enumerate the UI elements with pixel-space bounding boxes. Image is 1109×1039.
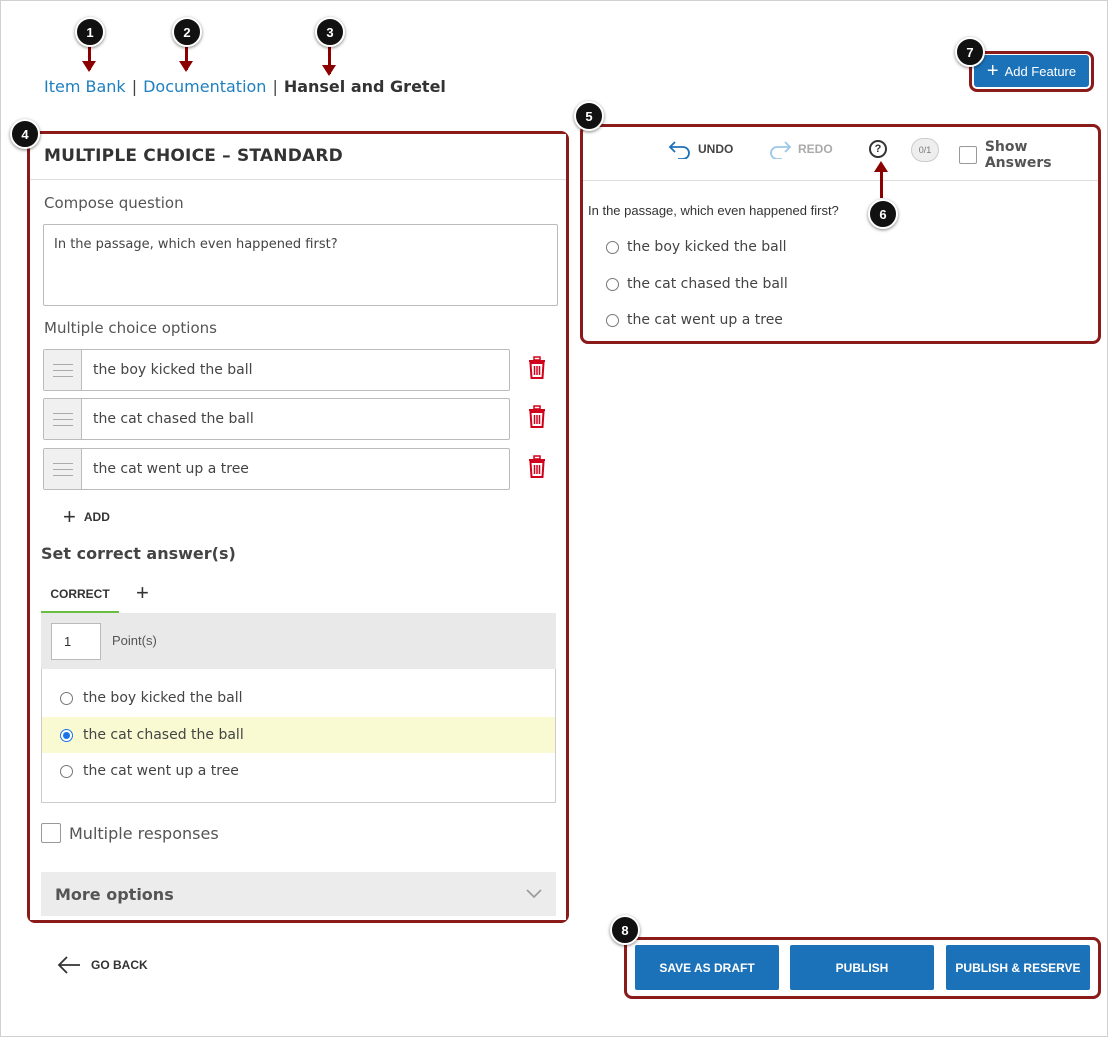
trash-icon[interactable] xyxy=(527,356,547,380)
answer-option-label: the cat chased the ball xyxy=(83,727,244,743)
question-preview-panel: UNDO REDO ? 0/1 Show Answers In the pass… xyxy=(583,127,1098,341)
callout-marker: 8 xyxy=(610,915,640,945)
question-type-title: MULTIPLE CHOICE – STANDARD xyxy=(44,146,343,166)
publish-and-reserve-button[interactable]: PUBLISH & RESERVE xyxy=(946,945,1090,990)
multiple-responses-toggle[interactable]: Multiple responses xyxy=(41,823,219,843)
add-option-button[interactable]: + ADD xyxy=(63,506,110,528)
breadcrumb: Item Bank | Documentation | Hansel and Grete… xyxy=(44,77,446,96)
callout-marker: 6 xyxy=(868,199,898,229)
radio-button[interactable] xyxy=(606,277,619,291)
publish-button[interactable]: PUBLISH xyxy=(790,945,934,990)
add-option-label: ADD xyxy=(83,510,110,524)
points-input[interactable]: 1 xyxy=(51,623,101,660)
preview-option-label: the cat chased the ball xyxy=(627,276,788,292)
radio-button[interactable] xyxy=(606,240,619,254)
preview-question-text: In the passage, which even happened firs… xyxy=(588,203,839,218)
checkbox[interactable] xyxy=(959,146,977,164)
callout-marker: 4 xyxy=(10,119,40,149)
add-feature-label: Add Feature xyxy=(1004,63,1077,79)
callout-marker: 3 xyxy=(315,17,345,47)
breadcrumb-separator: | xyxy=(272,77,278,96)
compose-question-input[interactable]: In the passage, which even happened firs… xyxy=(43,224,558,306)
divider xyxy=(30,179,566,180)
preview-option-label: the boy kicked the ball xyxy=(627,239,787,255)
radio-button[interactable] xyxy=(60,691,73,705)
breadcrumb-separator: | xyxy=(131,77,138,96)
show-answers-label: Show Answers xyxy=(984,139,1052,171)
option-row: the cat chased the ball xyxy=(43,398,510,440)
breadcrumb-current: Hansel and Gretel xyxy=(283,77,446,96)
points-label: Point(s) xyxy=(112,633,157,648)
undo-icon xyxy=(668,141,690,159)
drag-handle-icon[interactable] xyxy=(44,350,82,390)
drag-handle-icon[interactable] xyxy=(44,449,82,489)
drag-handle-icon[interactable] xyxy=(44,399,82,439)
radio-button[interactable] xyxy=(606,313,619,327)
answer-option[interactable]: the cat went up a tree xyxy=(42,753,555,789)
callout-marker: 5 xyxy=(574,101,604,131)
multiple-responses-label: Multiple responses xyxy=(69,823,219,843)
redo-label: REDO xyxy=(798,142,833,156)
option-input[interactable]: the boy kicked the ball xyxy=(82,350,264,390)
answer-option[interactable]: the boy kicked the ball xyxy=(42,680,555,716)
option-input[interactable]: the cat went up a tree xyxy=(82,449,260,489)
option-row: the cat went up a tree xyxy=(43,448,510,490)
go-back-label: GO BACK xyxy=(91,958,148,972)
option-row: the boy kicked the ball xyxy=(43,349,510,391)
redo-icon xyxy=(770,141,792,159)
correct-answer-list: the boy kicked the ball the cat chased t… xyxy=(41,669,556,803)
callout-marker: 7 xyxy=(955,37,985,67)
plus-icon: + xyxy=(63,504,76,529)
help-icon[interactable]: ? xyxy=(869,140,887,158)
breadcrumb-documentation-link[interactable]: Documentation xyxy=(143,77,266,96)
annotation-arrow xyxy=(874,161,888,198)
checkbox[interactable] xyxy=(41,823,61,843)
points-bar: 1 Point(s) xyxy=(41,613,556,669)
add-alternate-answer-icon[interactable]: + xyxy=(136,580,149,606)
go-back-button[interactable]: GO BACK xyxy=(57,955,148,975)
compose-question-label: Compose question xyxy=(44,194,184,212)
add-feature-button[interactable]: + Add Feature xyxy=(974,55,1089,87)
plus-icon: + xyxy=(986,60,999,82)
more-options-accordion[interactable]: More options xyxy=(41,872,556,916)
preview-option[interactable]: the cat went up a tree xyxy=(606,312,783,328)
answer-option-label: the boy kicked the ball xyxy=(83,690,243,706)
radio-button-selected[interactable] xyxy=(60,728,73,742)
redo-button[interactable]: REDO xyxy=(768,139,833,159)
divider xyxy=(583,180,1098,181)
annotation-arrow xyxy=(82,44,96,72)
show-answers-toggle[interactable]: Show Answers xyxy=(959,139,1098,171)
preview-option[interactable]: the cat chased the ball xyxy=(606,276,788,292)
preview-option-label: the cat went up a tree xyxy=(627,312,783,328)
arrow-left-icon xyxy=(57,956,80,974)
radio-button[interactable] xyxy=(60,764,73,778)
trash-icon[interactable] xyxy=(527,405,547,429)
option-input[interactable]: the cat chased the ball xyxy=(82,399,265,439)
preview-option[interactable]: the boy kicked the ball xyxy=(606,239,787,255)
undo-button[interactable]: UNDO xyxy=(668,139,733,159)
chevron-down-icon xyxy=(526,889,542,899)
answer-option-selected[interactable]: the cat chased the ball xyxy=(42,717,555,753)
breadcrumb-item-bank-link[interactable]: Item Bank xyxy=(44,77,126,96)
score-badge: 0/1 xyxy=(911,138,939,162)
save-as-draft-button[interactable]: SAVE AS DRAFT xyxy=(635,945,779,990)
tab-correct[interactable]: CORRECT xyxy=(41,582,119,613)
multiple-choice-options-label: Multiple choice options xyxy=(44,319,217,337)
more-options-label: More options xyxy=(55,884,174,904)
annotation-arrow xyxy=(179,44,193,72)
callout-marker: 1 xyxy=(75,17,105,47)
undo-label: UNDO xyxy=(698,142,734,156)
trash-icon[interactable] xyxy=(527,455,547,479)
question-editor-panel: MULTIPLE CHOICE – STANDARD Compose quest… xyxy=(30,134,566,920)
set-correct-answers-heading: Set correct answer(s) xyxy=(41,544,236,563)
annotation-arrow xyxy=(322,44,336,76)
answer-option-label: the cat went up a tree xyxy=(83,763,239,779)
callout-marker: 2 xyxy=(172,17,202,47)
